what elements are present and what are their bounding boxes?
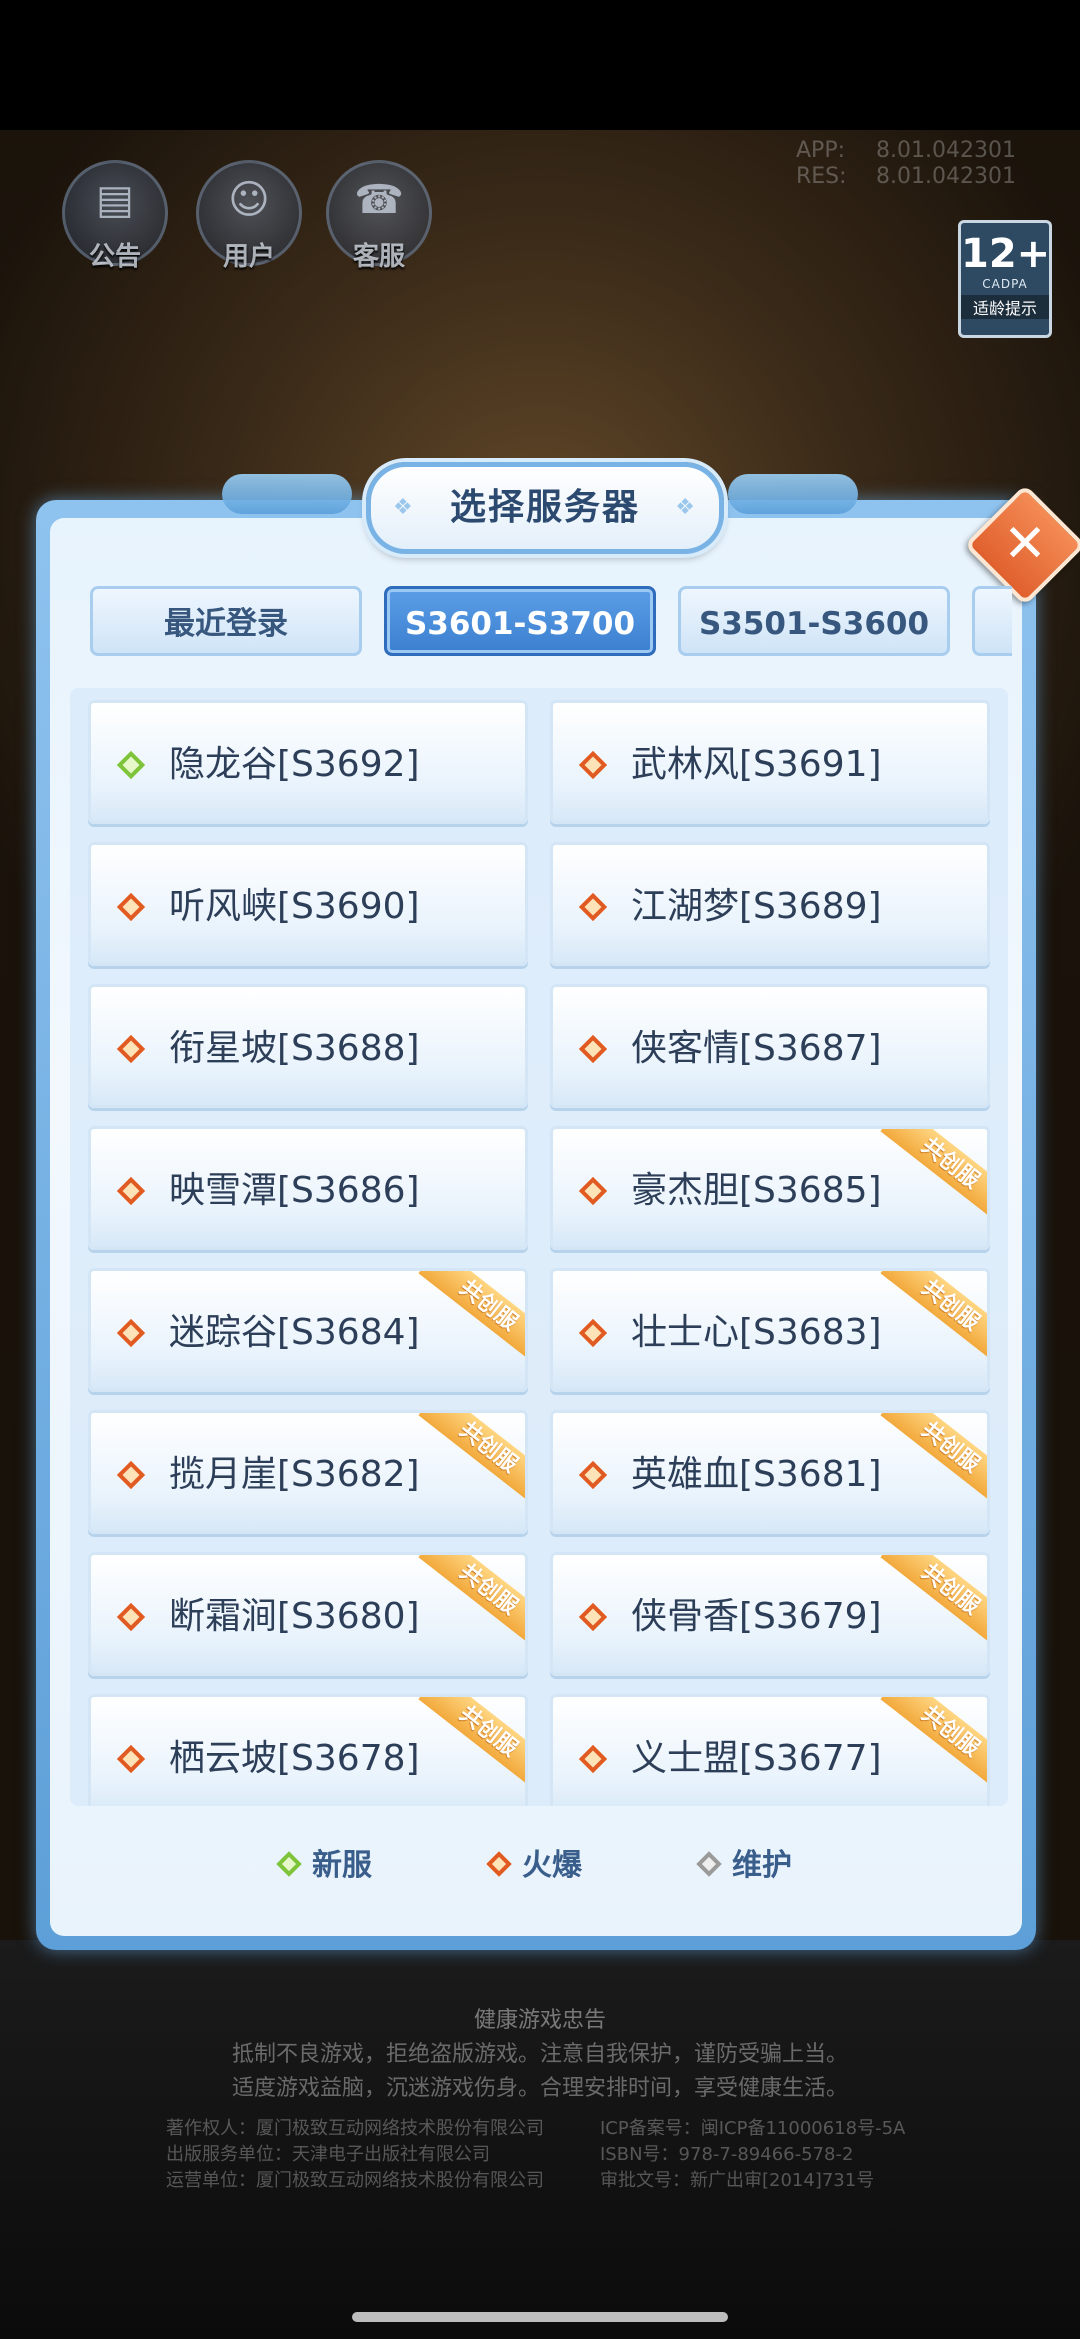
user-label: 用户 (222, 242, 275, 272)
server-card[interactable]: 侠骨香[S3679] 共创服 (550, 1552, 990, 1676)
server-card[interactable]: 迷踪谷[S3684] 共创服 (88, 1268, 528, 1392)
co-create-ribbon: 共创服 (880, 1697, 987, 1792)
server-name: 江湖梦[S3689] (631, 886, 882, 927)
server-name: 豪杰胆[S3685] (631, 1170, 882, 1211)
notice-button[interactable]: ▤ 公告 (62, 160, 168, 272)
notice-label: 公告 (88, 242, 141, 272)
server-name: 衔星坡[S3688] (169, 1028, 420, 1069)
server-name: 侠客情[S3687] (631, 1028, 882, 1069)
status-hot-icon (578, 1602, 608, 1632)
co-create-ribbon: 共创服 (418, 1697, 525, 1792)
server-card[interactable]: 揽月崖[S3682] 共创服 (88, 1410, 528, 1534)
dialog-title: 选择服务器 (449, 487, 640, 528)
server-name: 揽月崖[S3682] (169, 1454, 420, 1495)
server-name: 英雄血[S3681] (631, 1454, 882, 1495)
status-hot-icon (116, 1744, 146, 1774)
status-hot-icon (116, 1176, 146, 1206)
status-hot-icon (116, 1318, 146, 1348)
co-create-ribbon: 共创服 (418, 1271, 525, 1366)
credits-right: ICP备案号：闽ICP备11000618号-5A ISBN号：978-7-894… (600, 2116, 906, 2191)
health-advice-line: 抵制不良游戏，拒绝盗版游戏。注意自我保护，谨防受骗上当。 (231, 2042, 848, 2067)
status-bar (0, 0, 1080, 130)
server-name: 断霜涧[S3680] (169, 1596, 420, 1637)
status-hot-icon (578, 892, 608, 922)
co-create-ribbon: 共创服 (418, 1413, 525, 1508)
legend-maintenance-icon (696, 1851, 722, 1877)
server-name: 侠骨香[S3679] (631, 1596, 882, 1637)
status-new-icon (116, 750, 146, 780)
legend-hot-icon (486, 1851, 512, 1877)
server-name: 映雪潭[S3686] (169, 1170, 420, 1211)
co-create-ribbon: 共创服 (880, 1555, 987, 1650)
server-card[interactable]: 英雄血[S3681] 共创服 (550, 1410, 990, 1534)
support-label: 客服 (352, 242, 405, 272)
server-name: 栖云坡[S3678] (169, 1738, 420, 1779)
server-card[interactable]: 断霜涧[S3680] 共创服 (88, 1552, 528, 1676)
status-hot-icon (116, 1602, 146, 1632)
co-create-ribbon: 共创服 (880, 1129, 987, 1224)
server-card[interactable]: 江湖梦[S3689] (550, 842, 990, 966)
status-hot-icon (116, 892, 146, 922)
cloud-ornament-left (222, 474, 352, 514)
server-name: 壮士心[S3683] (631, 1312, 882, 1353)
user-icon: ☺ (228, 177, 270, 223)
server-card[interactable]: 衔星坡[S3688] (88, 984, 528, 1108)
server-card[interactable]: 侠客情[S3687] (550, 984, 990, 1108)
status-hot-icon (578, 1176, 608, 1206)
server-card[interactable]: 听风峡[S3690] (88, 842, 528, 966)
server-name: 隐龙谷[S3692] (169, 744, 420, 785)
age-rating-badge[interactable]: 12+ CADPA 适龄提示 (958, 220, 1052, 338)
user-button[interactable]: ☺ 用户 (196, 160, 302, 272)
status-hot-icon (578, 750, 608, 780)
cloud-ornament-right (728, 474, 858, 514)
server-name: 听风峡[S3690] (169, 886, 420, 927)
legend-new: 新服 (276, 1848, 372, 1884)
server-card[interactable]: 映雪潭[S3686] (88, 1126, 528, 1250)
server-name: 武林风[S3691] (631, 744, 882, 785)
support-icon: ☎ (354, 177, 404, 223)
tab-s3601-s3700[interactable]: S3601-S3700 (384, 586, 656, 656)
server-card[interactable]: 栖云坡[S3678] 共创服 (88, 1694, 528, 1806)
co-create-ribbon: 共创服 (418, 1555, 525, 1650)
legend-hot: 火爆 (486, 1848, 582, 1884)
notice-icon: ▤ (96, 177, 134, 223)
status-hot-icon (116, 1034, 146, 1064)
legend-maintenance: 维护 (696, 1848, 792, 1884)
server-card[interactable]: 隐龙谷[S3692] (88, 700, 528, 824)
server-name: 迷踪谷[S3684] (169, 1312, 420, 1353)
home-indicator[interactable] (352, 2312, 728, 2322)
status-hot-icon (578, 1460, 608, 1490)
ornament-icon: ❖ (675, 495, 697, 520)
health-advice-line: 适度游戏益脑，沉迷游戏伤身。合理安排时间，享受健康生活。 (231, 2076, 848, 2101)
status-hot-icon (578, 1744, 608, 1774)
co-create-ribbon: 共创服 (880, 1413, 987, 1508)
server-card[interactable]: 壮士心[S3683] 共创服 (550, 1268, 990, 1392)
tab-recent-login[interactable]: 最近登录 (90, 586, 362, 656)
server-list[interactable]: 隐龙谷[S3692] 武林风[S3691] 听风峡[S3690] 江湖梦[S36… (70, 688, 1008, 1806)
credits-left: 著作权人：厦门极致互动网络技术股份有限公司 出版服务单位：天津电子出版社有限公司… (166, 2118, 544, 2191)
server-name: 义士盟[S3677] (631, 1738, 882, 1779)
health-advice-title: 健康游戏忠告 (473, 2008, 606, 2033)
close-icon: ✕ (1003, 514, 1047, 574)
legend-new-icon (276, 1851, 302, 1877)
icp-link[interactable]: ICP备案号：闽ICP备11000618号-5A (600, 2116, 905, 2142)
ornament-icon: ❖ (393, 495, 415, 520)
status-hot-icon (116, 1460, 146, 1490)
tab-next-partial[interactable] (972, 586, 1012, 656)
server-card[interactable]: 武林风[S3691] (550, 700, 990, 824)
support-button[interactable]: ☎ 客服 (326, 160, 432, 272)
server-card[interactable]: 豪杰胆[S3685] 共创服 (550, 1126, 990, 1250)
version-info: APP: 8.01.042301 RES: 8.01.042301 (796, 138, 1016, 189)
co-create-ribbon: 共创服 (880, 1271, 987, 1366)
status-hot-icon (578, 1318, 608, 1348)
dialog-title-plate: ❖ 选择服务器 ❖ (366, 462, 724, 554)
tab-s3501-s3600[interactable]: S3501-S3600 (678, 586, 950, 656)
status-hot-icon (578, 1034, 608, 1064)
server-card[interactable]: 义士盟[S3677] 共创服 (550, 1694, 990, 1806)
